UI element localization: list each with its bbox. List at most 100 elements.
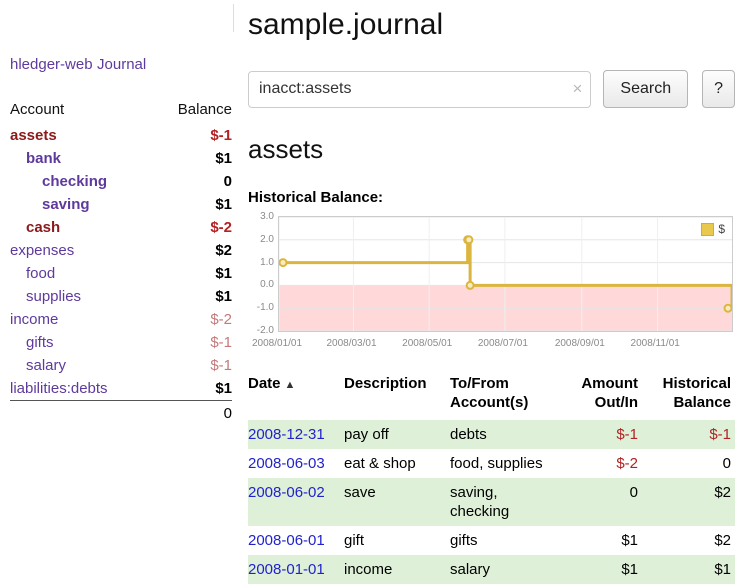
y-axis-label: 1.0 <box>248 257 274 268</box>
date-link[interactable]: 2008-01-01 <box>248 561 325 578</box>
amount-column-header: Amount Out/In <box>556 372 642 420</box>
clear-search-icon[interactable]: × <box>572 79 582 99</box>
sidebar-item-journal[interactable]: Journal <box>97 56 146 73</box>
account-row: bank $1 <box>10 147 232 170</box>
total-spacer <box>10 401 160 426</box>
amount-cell: $1 <box>556 526 642 555</box>
account-link[interactable]: income <box>10 311 58 328</box>
y-axis-label: 3.0 <box>248 211 274 222</box>
balance-column-header-main: Historical Balance <box>642 372 735 420</box>
account-link[interactable]: bank <box>26 150 61 167</box>
account-link[interactable]: assets <box>10 127 57 144</box>
accounts-header-row: Account Balance <box>10 98 232 124</box>
account-balance: 0 <box>160 170 232 193</box>
date-link[interactable]: 2008-06-01 <box>248 532 325 549</box>
page-title: sample.journal <box>248 8 735 42</box>
chart-section-label: Historical Balance: <box>248 189 735 206</box>
accounts-cell: food, supplies <box>450 449 556 478</box>
account-row: salary$-1 <box>10 354 232 377</box>
account-balance: $-2 <box>160 308 232 331</box>
balance-cell: $1 <box>642 555 735 584</box>
date-link[interactable]: 2008-12-31 <box>248 426 325 443</box>
account-row: assets $-1 <box>10 124 232 147</box>
y-axis-label: -2.0 <box>248 325 274 336</box>
sidebar: hledger-web Journal Account Balance asse… <box>0 0 240 425</box>
accounts-cell: debts <box>450 420 556 449</box>
accounts-table-body: assets $-1 bank $1 checking 0 saving $1 cash $-2 e… <box>10 124 232 425</box>
legend-label: $ <box>718 222 725 236</box>
account-link[interactable]: saving <box>42 196 90 213</box>
register-table: Date▲ Description To/From Account(s) Amo… <box>248 372 735 584</box>
x-axis-label: 2008/01/01 <box>252 338 302 349</box>
date-link[interactable]: 2008-06-02 <box>248 484 325 501</box>
account-balance: $1 <box>160 262 232 285</box>
help-button[interactable]: ? <box>702 70 735 108</box>
balance-cell: $-1 <box>642 420 735 449</box>
search-box: × <box>248 71 591 108</box>
account-row: liabilities:debts $1 <box>10 377 232 401</box>
account-link[interactable]: liabilities:debts <box>10 380 108 397</box>
balance-cell: 0 <box>642 449 735 478</box>
accounts-cell: salary <box>450 555 556 584</box>
date-link[interactable]: 2008-06-03 <box>248 455 325 472</box>
account-balance: $-1 <box>160 124 232 147</box>
balance-cell: $2 <box>642 526 735 555</box>
account-link[interactable]: expenses <box>10 242 74 259</box>
account-balance: $2 <box>160 239 232 262</box>
description-cell: save <box>344 478 450 526</box>
account-link[interactable]: salary <box>26 357 66 374</box>
account-row: gifts $-1 <box>10 331 232 354</box>
y-axis-label: 2.0 <box>248 234 274 245</box>
register-row: 2008-06-02savesaving, checking0$2 <box>248 478 735 526</box>
account-balance: $1 <box>160 147 232 170</box>
x-axis-label: 2008/07/01 <box>478 338 528 349</box>
account-row: supplies $1 <box>10 285 232 308</box>
account-balance: $-2 <box>160 216 232 239</box>
date-column-header[interactable]: Date▲ <box>248 372 344 420</box>
account-row: cash $-2 <box>10 216 232 239</box>
account-row: saving $1 <box>10 193 232 216</box>
accounts-cell: saving, checking <box>450 478 556 526</box>
x-axis-label: 2008/05/01 <box>402 338 452 349</box>
register-row: 2008-12-31pay offdebts$-1$-1 <box>248 420 735 449</box>
sort-ascending-icon: ▲ <box>285 379 296 391</box>
accounts-column-header: To/From Account(s) <box>450 372 556 420</box>
x-axis-label: 2008/03/01 <box>326 338 376 349</box>
register-table-body: 2008-12-31pay offdebts$-1$-12008-06-03ea… <box>248 420 735 584</box>
account-balance: $1 <box>160 193 232 216</box>
account-row: food $1 <box>10 262 232 285</box>
account-link[interactable]: cash <box>26 219 60 236</box>
account-row: checking 0 <box>10 170 232 193</box>
accounts-table: Account Balance assets $-1 bank $1 checking 0… <box>10 98 232 425</box>
account-column-header: Account <box>10 98 160 124</box>
balance-chart: $ 3.0 2.0 1.0 0.0 -1.0 -2.0 2008/01/01 2008/03/… <box>248 212 735 356</box>
brand-link[interactable]: hledger-web <box>10 56 93 73</box>
description-column-header: Description <box>344 372 450 420</box>
account-link[interactable]: supplies <box>26 288 81 305</box>
account-balance: $-1 <box>160 331 232 354</box>
accounts-total-row: 0 <box>10 401 232 426</box>
x-axis-label: 2008/09/01 <box>555 338 605 349</box>
account-link[interactable]: checking <box>42 173 107 190</box>
amount-cell: $-2 <box>556 449 642 478</box>
y-axis-label: -1.0 <box>248 302 274 313</box>
amount-cell: 0 <box>556 478 642 526</box>
account-link[interactable]: gifts <box>26 334 54 351</box>
balance-column-header: Balance <box>160 98 232 124</box>
account-link[interactable]: food <box>26 265 55 282</box>
search-bar: × Search ? <box>248 70 735 108</box>
search-input[interactable] <box>248 71 591 108</box>
x-axis-label: 2008/11/01 <box>631 338 680 349</box>
search-button[interactable]: Search <box>603 70 688 108</box>
account-page-title: assets <box>248 134 735 165</box>
register-row: 2008-06-01giftgifts$1$2 <box>248 526 735 555</box>
register-header-row: Date▲ Description To/From Account(s) Amo… <box>248 372 735 420</box>
description-cell: income <box>344 555 450 584</box>
account-balance: $1 <box>160 377 232 401</box>
register-row: 2008-01-01incomesalary$1$1 <box>248 555 735 584</box>
chart-plot: $ <box>278 216 733 332</box>
amount-cell: $1 <box>556 555 642 584</box>
account-balance: $1 <box>160 285 232 308</box>
legend-swatch-icon <box>701 223 714 236</box>
y-axis-label: 0.0 <box>248 279 274 290</box>
